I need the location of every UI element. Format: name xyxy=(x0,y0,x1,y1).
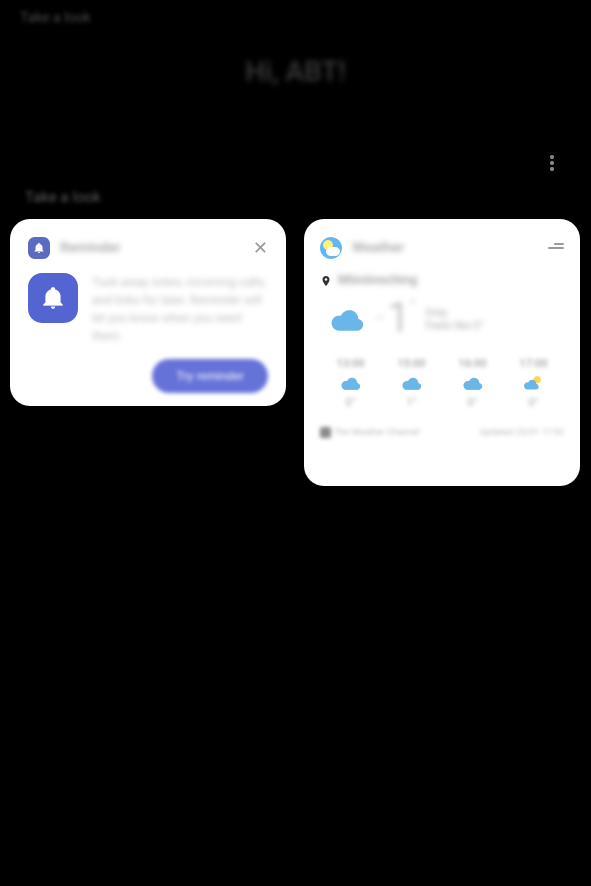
hourly-temp: 0° xyxy=(345,396,355,409)
weather-title: Weather xyxy=(352,240,404,256)
hourly-item: 17:00 0° xyxy=(519,357,547,409)
location-name: Mönönsching xyxy=(338,273,417,288)
reminder-description: Tuck away notes, incoming calls, and lin… xyxy=(92,273,268,345)
hourly-temp: 1° xyxy=(406,396,416,409)
weather-provider: The Weather Channel xyxy=(320,427,419,438)
hourly-temp: 0° xyxy=(528,396,538,409)
weather-app-icon xyxy=(320,237,342,259)
location-pin-icon xyxy=(320,275,332,287)
section-title: Take a look xyxy=(25,188,101,206)
hourly-time: 16:00 xyxy=(458,357,486,370)
subtitle-top: Take a look xyxy=(20,10,91,26)
reminder-card-header: Reminder ✕ xyxy=(28,237,268,259)
hourly-time: 13:00 xyxy=(336,357,364,370)
night-cloudy-icon xyxy=(520,374,546,392)
reminder-app-icon xyxy=(28,237,50,259)
greeting-text: Hi, ABT! xyxy=(245,55,346,88)
current-temp: — 1 ° xyxy=(374,294,415,343)
hourly-forecast: 13:00 0° 15:00 1° 16:00 0° 17:00 0° xyxy=(320,357,564,409)
cloudy-icon xyxy=(459,374,485,392)
hourly-time: 17:00 xyxy=(519,357,547,370)
reminder-title: Reminder xyxy=(60,240,121,256)
bell-icon xyxy=(28,273,78,323)
hourly-item: 15:00 1° xyxy=(397,357,425,409)
close-icon[interactable]: ✕ xyxy=(253,238,268,259)
hourly-item: 16:00 0° xyxy=(458,357,486,409)
cloudy-icon xyxy=(337,374,363,392)
expand-icon[interactable] xyxy=(548,243,564,253)
current-description: Grey Feels like 0° xyxy=(425,306,483,332)
reminder-card: Reminder ✕ Tuck away notes, incoming cal… xyxy=(10,219,286,406)
hourly-item: 13:00 0° xyxy=(336,357,364,409)
weather-card-header: Weather xyxy=(320,237,564,259)
provider-logo-icon xyxy=(320,427,331,438)
current-weather: — 1 ° Grey Feels like 0° xyxy=(320,294,564,343)
hourly-time: 15:00 xyxy=(397,357,425,370)
location-row: Mönönsching xyxy=(320,273,564,288)
weather-footer: The Weather Channel Updated 23/01 17:52 xyxy=(320,427,564,438)
cloudy-icon xyxy=(398,374,424,392)
more-options-icon[interactable] xyxy=(550,155,554,171)
cloud-icon xyxy=(324,304,368,334)
hourly-temp: 0° xyxy=(467,396,477,409)
weather-card[interactable]: Weather Mönönsching — 1 ° Grey Feels lik… xyxy=(304,219,580,486)
try-reminder-button[interactable]: Try reminder xyxy=(152,359,268,393)
weather-updated: Updated 23/01 17:52 xyxy=(480,428,564,438)
